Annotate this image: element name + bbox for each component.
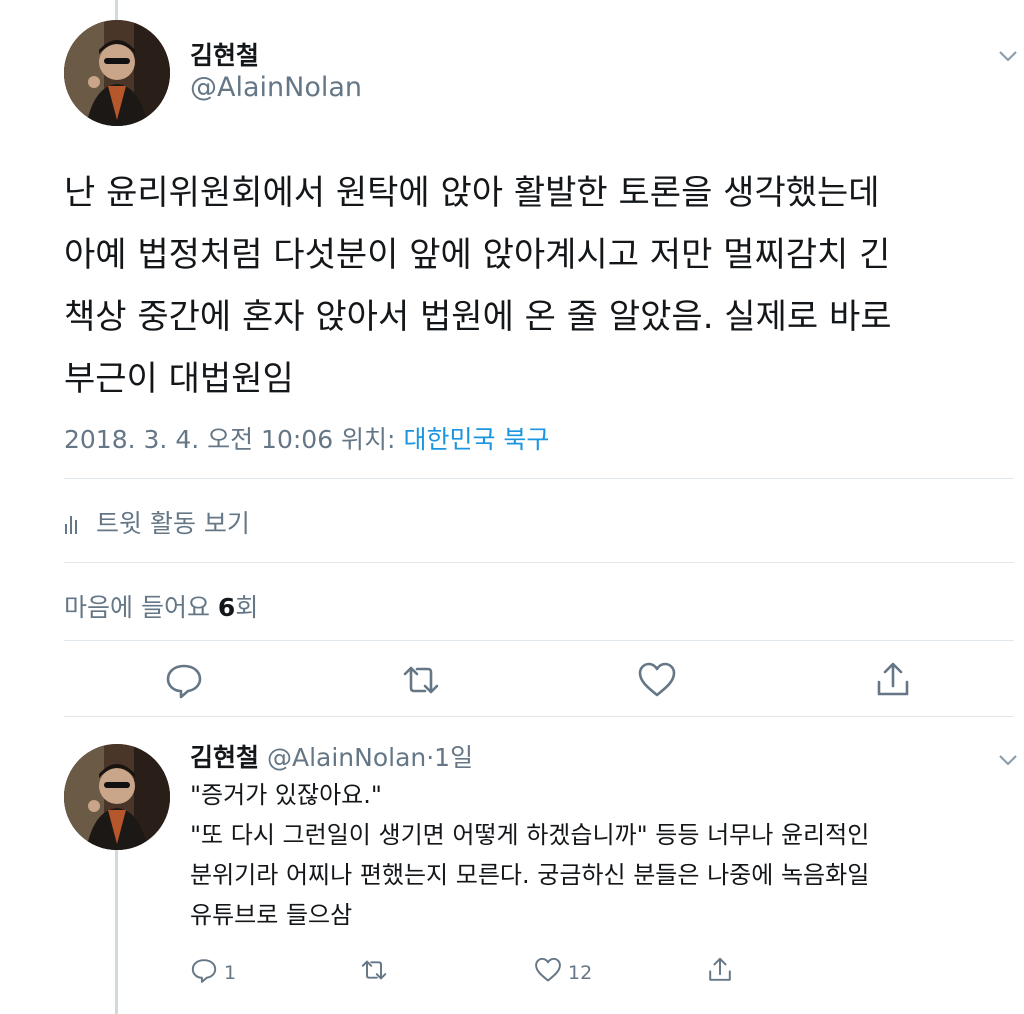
- retweet-icon: [360, 956, 388, 989]
- likes-summary[interactable]: 마음에 들어요 6회: [64, 588, 258, 624]
- tweet-activity-link[interactable]: 트윗 활동 보기: [64, 504, 250, 540]
- heart-icon: [534, 956, 562, 989]
- tweet-meta: 2018. 3. 4. 오전 10:06 위치: 대한민국 북구: [64, 420, 549, 456]
- divider: [64, 640, 1014, 641]
- activity-label: 트윗 활동 보기: [96, 509, 250, 538]
- avatar[interactable]: [64, 744, 170, 850]
- divider: [64, 478, 1014, 479]
- author-handle[interactable]: @AlainNolan: [190, 72, 362, 103]
- share-action[interactable]: [706, 956, 734, 989]
- bar-chart-icon: [64, 511, 82, 534]
- reply-author-name[interactable]: 김현철: [190, 743, 259, 772]
- likes-label: 마음에 들어요: [64, 593, 218, 622]
- share-icon[interactable]: [873, 660, 913, 700]
- tweet-text: 난 윤리위원회에서 원탁에 앉아 활발한 토론을 생각했는데 아예 법정처럼 다…: [64, 173, 892, 399]
- divider: [64, 716, 1014, 717]
- likes-count: 6: [217, 593, 236, 622]
- thread-line-bottom: [115, 850, 118, 1014]
- reply-text: "증거가 있잖아요." "또 다시 그런일이 생기면 어떻게 하겠습니까" 등등…: [190, 781, 870, 929]
- reply-action[interactable]: 1: [190, 956, 236, 989]
- like-action[interactable]: 12: [534, 956, 592, 989]
- location-link[interactable]: 대한민국 북구: [403, 425, 549, 454]
- reply-icon[interactable]: [164, 660, 204, 700]
- reply-count: 1: [224, 961, 237, 984]
- likes-unit: 회: [235, 593, 259, 622]
- reply-header: 김현철 @AlainNolan·1일: [190, 738, 473, 774]
- heart-icon[interactable]: [637, 660, 677, 700]
- reply-icon: [190, 956, 218, 989]
- retweet-action[interactable]: [360, 956, 388, 989]
- reply-author-handle[interactable]: @AlainNolan: [259, 743, 426, 772]
- divider: [64, 562, 1014, 563]
- tweet-detail-page: 김현철 @AlainNolan 난 윤리위원회에서 원탁에 앉아 활발한 토론을…: [0, 0, 1024, 1014]
- thread-line-top: [115, 0, 118, 20]
- avatar[interactable]: [64, 20, 170, 126]
- chevron-down-icon[interactable]: [996, 44, 1020, 68]
- share-icon: [706, 956, 734, 989]
- chevron-down-icon[interactable]: [996, 748, 1020, 772]
- like-count: 12: [568, 961, 593, 984]
- retweet-icon[interactable]: [401, 660, 441, 700]
- author-name[interactable]: 김현철: [190, 36, 259, 72]
- timestamp: 2018. 3. 4. 오전 10:06 위치:: [64, 425, 404, 454]
- reply-age: ·1일: [426, 743, 474, 772]
